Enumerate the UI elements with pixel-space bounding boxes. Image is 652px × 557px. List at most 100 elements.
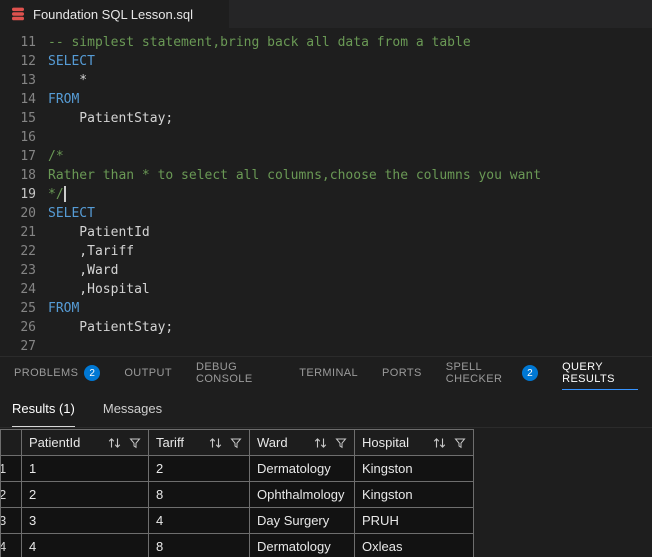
line-number: 24 — [20, 282, 36, 297]
sort-icon[interactable] — [313, 437, 328, 449]
panel-tab-debug-console[interactable]: DEBUG CONSOLE — [196, 357, 275, 390]
grid-cell[interactable]: PRUH — [354, 507, 474, 534]
panel-tab-spell-checker[interactable]: SPELL CHECKER 2 — [446, 357, 539, 390]
grid-cell[interactable]: Dermatology — [249, 455, 355, 482]
editor-line-13[interactable]: 13 * — [0, 71, 652, 90]
table-row[interactable]: 334Day SurgeryPRUH — [0, 507, 474, 534]
code-editor[interactable]: 11 -- simplest statement,bring back all d… — [0, 28, 652, 356]
panel-tab-problems[interactable]: PROBLEMS 2 — [14, 357, 101, 390]
panel-tab-label: DEBUG CONSOLE — [195, 361, 253, 385]
grid-cell[interactable]: Ophthalmology — [249, 481, 355, 508]
line-number: 26 — [20, 320, 36, 335]
grid-cell[interactable]: 4 — [148, 507, 250, 534]
editor-line-20[interactable]: 20 SELECT — [0, 204, 652, 223]
code-text: PatientStay; — [48, 111, 174, 126]
column-header-ward[interactable]: Ward — [249, 429, 355, 456]
code-text: PatientStay; — [48, 320, 174, 335]
grid-cell[interactable]: 4 — [21, 533, 149, 557]
column-label: Hospital — [362, 435, 409, 450]
table-row[interactable]: 112DermatologyKingston — [0, 455, 474, 482]
code-text: */ — [48, 187, 64, 202]
line-number: 15 — [20, 111, 36, 126]
editor-line-27[interactable]: 27 — [0, 337, 652, 356]
row-number-cell: 1 — [0, 455, 22, 482]
column-label: PatientId — [29, 435, 81, 450]
results-tab-results-1-[interactable]: Results (1) — [12, 390, 75, 427]
editor-line-15[interactable]: 15 PatientStay; — [0, 109, 652, 128]
column-header-content: PatientId — [29, 435, 141, 450]
code-text: Rather than * to select all columns,choo… — [48, 168, 542, 183]
panel-tab-ports[interactable]: PORTS — [382, 357, 422, 390]
grid-cell[interactable]: 3 — [21, 507, 149, 534]
editor-line-26[interactable]: 26 PatientStay; — [0, 318, 652, 337]
filter-icon[interactable] — [129, 437, 141, 449]
editor-line-19[interactable]: 19 */ — [0, 185, 652, 204]
line-number: 11 — [20, 35, 36, 50]
line-number: 16 — [20, 130, 36, 145]
grid-cell[interactable]: 2 — [148, 455, 250, 482]
sort-icon[interactable] — [432, 437, 447, 449]
grid-header-row: PatientId Tariff Ward Hospital — [0, 429, 474, 456]
tab-title: Foundation SQL Lesson.sql — [33, 6, 193, 22]
line-number: 13 — [20, 73, 36, 88]
text-cursor — [63, 186, 66, 202]
grid-cell[interactable]: Day Surgery — [249, 507, 355, 534]
column-header-patientid[interactable]: PatientId — [21, 429, 149, 456]
grid-cell[interactable]: 8 — [148, 533, 250, 557]
column-header-content: Hospital — [362, 435, 466, 450]
line-number: 19 — [20, 187, 36, 202]
table-row[interactable]: 228OphthalmologyKingston — [0, 481, 474, 508]
panel-tab-terminal[interactable]: TERMINAL — [299, 357, 358, 390]
code-text: PatientId — [48, 225, 150, 240]
panel-tab-query-results[interactable]: QUERY RESULTS — [562, 357, 638, 390]
editor-line-22[interactable]: 22 ,Tariff — [0, 242, 652, 261]
editor-line-14[interactable]: 14 FROM — [0, 90, 652, 109]
sort-icon[interactable] — [107, 437, 122, 449]
results-tab-messages[interactable]: Messages — [103, 390, 162, 427]
panel-tab-label: PORTS — [382, 367, 422, 379]
filter-icon[interactable] — [454, 437, 466, 449]
code-text: ,Tariff — [48, 244, 135, 259]
column-header-icons — [208, 437, 242, 449]
grid-cell[interactable]: Dermatology — [249, 533, 355, 557]
grid-cell[interactable]: 2 — [21, 481, 149, 508]
line-number: 14 — [20, 92, 36, 107]
line-number: 18 — [20, 168, 36, 183]
panel-tab-label: PROBLEMS — [14, 367, 79, 379]
column-header-hospital[interactable]: Hospital — [354, 429, 474, 456]
row-number-header — [0, 429, 22, 456]
grid-cell[interactable]: Oxleas — [354, 533, 474, 557]
table-row[interactable]: 448DermatologyOxleas — [0, 533, 474, 557]
filter-icon[interactable] — [230, 437, 242, 449]
sort-icon[interactable] — [208, 437, 223, 449]
editor-line-24[interactable]: 24 ,Hospital — [0, 280, 652, 299]
code-text: ,Hospital — [48, 282, 150, 297]
tab-foundation-sql-lesson[interactable]: Foundation SQL Lesson.sql — [0, 0, 229, 28]
editor-line-17[interactable]: 17 /* — [0, 147, 652, 166]
column-label: Tariff — [156, 435, 184, 450]
editor-line-11[interactable]: 11 -- simplest statement,bring back all d… — [0, 33, 652, 52]
grid-cell[interactable]: Kingston — [354, 481, 474, 508]
code-text: ,Ward — [48, 263, 119, 278]
column-header-tariff[interactable]: Tariff — [148, 429, 250, 456]
editor-line-18[interactable]: 18 Rather than * to select all columns,ch… — [0, 166, 652, 185]
line-number: 23 — [20, 263, 36, 278]
code-text: SELECT — [48, 206, 95, 221]
grid-cell[interactable]: Kingston — [354, 455, 474, 482]
line-number: 20 — [20, 206, 36, 221]
grid-cell[interactable]: 1 — [21, 455, 149, 482]
row-number: 3 — [2, 513, 7, 528]
panel-tab-output[interactable]: OUTPUT — [124, 357, 172, 390]
editor-line-12[interactable]: 12 SELECT — [0, 52, 652, 71]
editor-line-23[interactable]: 23 ,Ward — [0, 261, 652, 280]
code-text: -- simplest statement,bring back all dat… — [48, 35, 471, 50]
filter-icon[interactable] — [335, 437, 347, 449]
code-text: /* — [48, 149, 64, 164]
editor-line-16[interactable]: 16 — [0, 128, 652, 147]
editor-line-21[interactable]: 21 PatientId — [0, 223, 652, 242]
code-text: * — [48, 73, 88, 88]
editor-line-25[interactable]: 25 FROM — [0, 299, 652, 318]
grid-cell[interactable]: 8 — [148, 481, 250, 508]
results-grid: PatientIdTariffWardHospital112Dermatolog… — [0, 429, 652, 557]
line-number: 27 — [20, 339, 36, 354]
